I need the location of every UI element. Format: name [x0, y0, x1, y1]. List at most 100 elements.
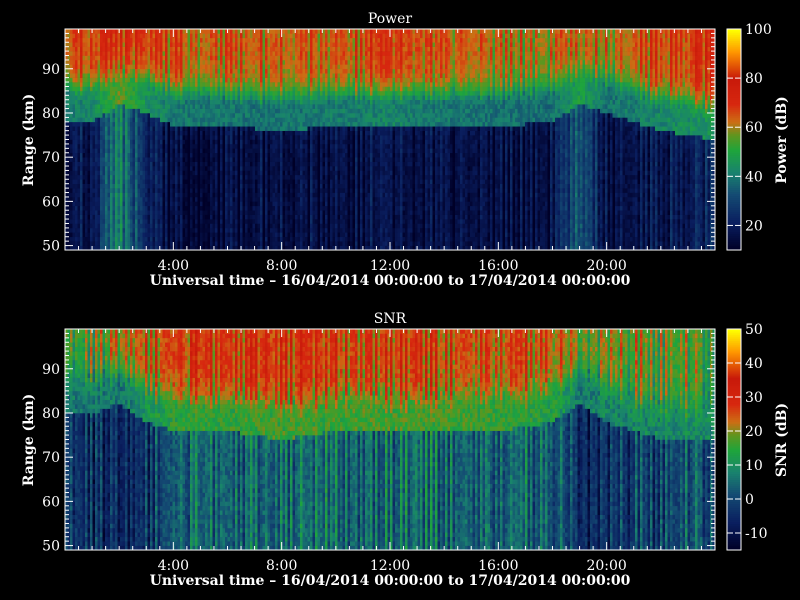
heatmap-cell: [88, 197, 91, 202]
heatmap-cell: [158, 100, 161, 105]
heatmap-cell: [138, 140, 141, 145]
heatmap-cell: [88, 241, 91, 246]
heatmap-cell: [140, 29, 143, 34]
heatmap-cell: [123, 64, 126, 69]
heatmap-cell: [95, 78, 98, 83]
heatmap-cell: [100, 91, 103, 96]
heatmap-cell: [135, 86, 138, 91]
heatmap-cell: [80, 206, 83, 211]
heatmap-cell: [90, 117, 93, 122]
heatmap-cell: [140, 82, 143, 87]
heatmap-cell: [130, 126, 133, 131]
heatmap-cell: [128, 215, 131, 220]
heatmap-cell: [75, 95, 78, 100]
heatmap-cell: [75, 122, 78, 127]
heatmap-cell: [80, 51, 83, 56]
heatmap-cell: [75, 42, 78, 47]
heatmap-cell: [135, 157, 138, 162]
heatmap-cell: [145, 193, 148, 198]
heatmap-cell: [73, 144, 76, 149]
heatmap-cell: [143, 100, 146, 105]
heatmap-cell: [113, 47, 116, 52]
heatmap-cell: [108, 188, 111, 193]
heatmap-cell: [108, 38, 111, 43]
heatmap-cell: [105, 170, 108, 175]
heatmap-cell: [70, 131, 73, 136]
heatmap-cell: [135, 47, 138, 52]
heatmap-cell: [153, 197, 156, 202]
heatmap-cell: [105, 47, 108, 52]
heatmap-cell: [135, 122, 138, 127]
heatmap-cell: [158, 91, 161, 96]
heatmap-cell: [118, 197, 121, 202]
heatmap-cell: [88, 38, 91, 43]
heatmap-cell: [143, 215, 146, 220]
heatmap-cell: [115, 140, 118, 145]
heatmap-cell: [128, 144, 131, 149]
heatmap-cell: [153, 113, 156, 118]
heatmap-cell: [153, 56, 156, 61]
heatmap-cell: [140, 51, 143, 56]
heatmap-cell: [150, 109, 153, 114]
heatmap-cell: [130, 215, 133, 220]
heatmap-cell: [95, 241, 98, 246]
heatmap-cell: [110, 237, 113, 242]
heatmap-cell: [118, 56, 121, 61]
heatmap-cell: [123, 135, 126, 140]
heatmap-cell: [120, 95, 123, 100]
heatmap-cell: [80, 237, 83, 242]
heatmap-cell: [143, 197, 146, 202]
heatmap-cell: [140, 38, 143, 43]
heatmap-cell: [88, 166, 91, 171]
heatmap-cell: [78, 113, 81, 118]
heatmap-cell: [93, 206, 96, 211]
heatmap-cell: [138, 33, 141, 38]
heatmap-cell: [148, 170, 151, 175]
heatmap-cell: [70, 42, 73, 47]
heatmap-cell: [110, 69, 113, 74]
heatmap-cell: [78, 42, 81, 47]
heatmap-cell: [93, 95, 96, 100]
heatmap-cell: [150, 175, 153, 180]
heatmap-cell: [85, 47, 88, 52]
heatmap-cell: [155, 140, 158, 145]
heatmap-cell: [103, 91, 106, 96]
heatmap-cell: [70, 170, 73, 175]
heatmap-cell: [105, 148, 108, 153]
heatmap-cell: [95, 219, 98, 224]
heatmap-cell: [143, 232, 146, 237]
heatmap-cell: [70, 135, 73, 140]
heatmap-cell: [118, 95, 121, 100]
heatmap-cell: [145, 78, 148, 83]
heatmap-cell: [118, 109, 121, 114]
heatmap-cell: [108, 215, 111, 220]
heatmap-cell: [108, 82, 111, 87]
heatmap-cell: [80, 228, 83, 233]
heatmap-cell: [100, 131, 103, 136]
heatmap-cell: [113, 135, 116, 140]
heatmap-cell: [75, 201, 78, 206]
heatmap-cell: [155, 237, 158, 242]
heatmap-cell: [135, 69, 138, 74]
heatmap-cell: [145, 82, 148, 87]
heatmap-cell: [78, 197, 81, 202]
heatmap-cell: [73, 117, 76, 122]
heatmap-cell: [145, 42, 148, 47]
heatmap-cell: [113, 42, 116, 47]
heatmap-cell: [118, 131, 121, 136]
heatmap-cell: [75, 109, 78, 114]
heatmap-cell: [130, 82, 133, 87]
heatmap-cell: [108, 126, 111, 131]
heatmap-cell: [120, 219, 123, 224]
heatmap-cell: [145, 148, 148, 153]
heatmap-cell: [115, 170, 118, 175]
heatmap-cell: [153, 104, 156, 109]
heatmap-cell: [125, 64, 128, 69]
heatmap-cell: [110, 113, 113, 118]
heatmap-cell: [108, 64, 111, 69]
heatmap-cell: [150, 223, 153, 228]
heatmap-cell: [83, 69, 86, 74]
heatmap-cell: [140, 157, 143, 162]
heatmap-cell: [113, 109, 116, 114]
heatmap-cell: [113, 237, 116, 242]
